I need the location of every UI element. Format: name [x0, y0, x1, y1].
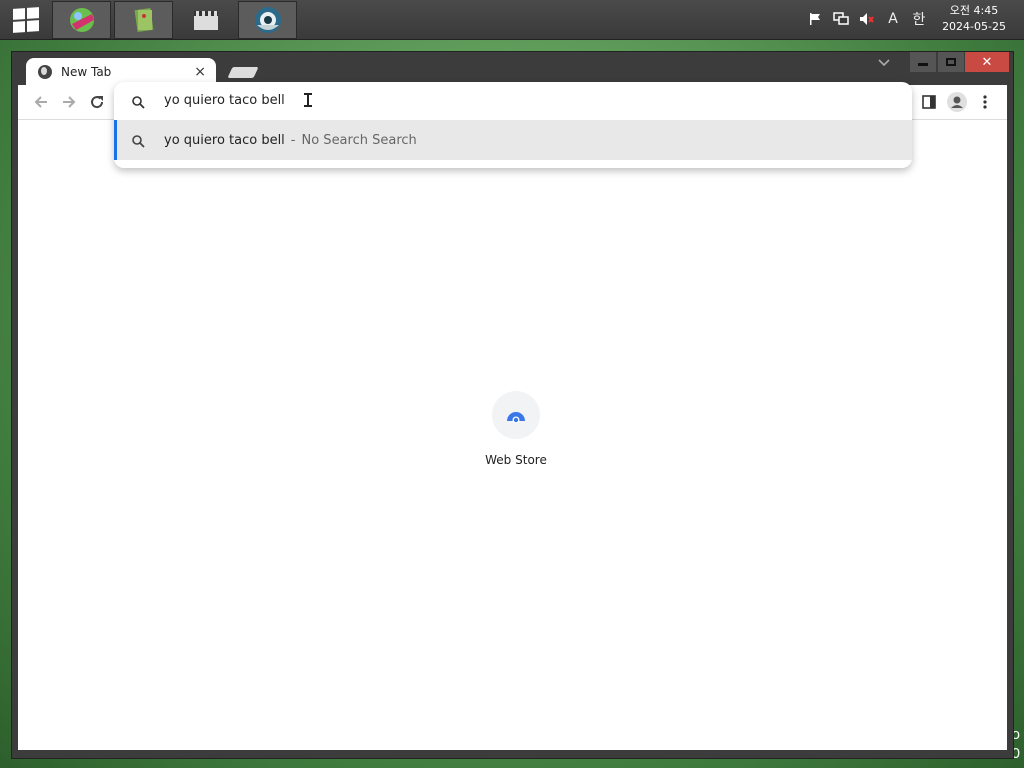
taskbar-app-1[interactable]: [52, 1, 111, 39]
search-icon: [132, 133, 145, 152]
arrow-right-icon: [63, 96, 76, 108]
side-panel-icon: [922, 95, 936, 109]
menu-button[interactable]: [974, 91, 996, 113]
browser-window: New Tab × ✕ Web Store yo quiero taco bel…: [11, 51, 1014, 759]
start-button[interactable]: [6, 5, 46, 35]
taskbar-app-3[interactable]: [176, 1, 235, 39]
tab-close-icon[interactable]: ×: [194, 64, 206, 80]
cards-app-icon: [134, 7, 153, 33]
flag-icon[interactable]: [806, 10, 824, 28]
globe-app-icon: [69, 8, 94, 32]
taskbar-app-browser[interactable]: [238, 1, 297, 39]
close-window-button[interactable]: ✕: [965, 52, 1009, 72]
web-store-icon: [492, 391, 540, 439]
kebab-menu-icon: [983, 95, 987, 109]
suggestion-text: yo quiero taco bell: [164, 132, 285, 148]
reload-button[interactable]: [86, 91, 108, 113]
windows-logo-icon: [13, 7, 39, 33]
tab-new-tab[interactable]: New Tab ×: [26, 58, 216, 85]
suggestion-separator: -: [290, 132, 296, 148]
system-tray: A 한: [806, 10, 928, 28]
system-clock[interactable]: 오전 4:45 2024-05-25: [942, 3, 1006, 35]
shortcut-label: Web Store: [485, 453, 547, 467]
arrow-left-icon: [34, 96, 47, 108]
shortcut-web-store[interactable]: Web Store: [481, 391, 551, 467]
maximize-icon: [946, 58, 956, 66]
maximize-button[interactable]: [938, 52, 964, 72]
taskbar-app-2[interactable]: [114, 1, 173, 39]
new-tab-page: Web Store: [18, 119, 1007, 750]
address-bar[interactable]: yo quiero taco bell: [114, 82, 912, 119]
forward-button[interactable]: [58, 91, 80, 113]
taskbar: A 한 오전 4:45 2024-05-25: [0, 0, 1024, 40]
network-icon[interactable]: [832, 10, 850, 28]
clock-date: 2024-05-25: [942, 20, 1006, 33]
tab-title: New Tab: [61, 64, 112, 79]
omnibox-dropdown: yo quiero taco bell yo quiero taco bell …: [114, 82, 912, 168]
profile-button[interactable]: [946, 91, 968, 113]
minimize-icon: [918, 62, 928, 66]
tab-strip: New Tab × ✕: [12, 52, 1013, 85]
side-panel-button[interactable]: [918, 91, 940, 113]
clapperboard-icon: [193, 11, 218, 30]
browser-app-icon: [254, 7, 281, 33]
address-bar-text[interactable]: yo quiero taco bell: [164, 93, 285, 108]
hangul-mode-indicator[interactable]: 한: [910, 10, 928, 28]
minimize-button[interactable]: [910, 52, 936, 72]
omnibox-suggestion[interactable]: yo quiero taco bell - No Search Search: [114, 120, 912, 160]
new-tab-button[interactable]: [227, 67, 259, 78]
clock-time: 오전 4:45: [949, 4, 999, 17]
tab-search-chevron-icon[interactable]: [878, 57, 890, 70]
avatar-icon: [947, 92, 967, 112]
globe-icon: [38, 64, 52, 79]
ime-mode-indicator[interactable]: A: [884, 10, 902, 28]
speaker-muted-icon[interactable]: [858, 10, 876, 28]
text-cursor-icon: [304, 93, 312, 107]
back-button[interactable]: [30, 91, 52, 113]
reload-icon: [91, 96, 104, 109]
suggestion-engine: No Search Search: [301, 132, 417, 148]
search-icon: [132, 94, 145, 113]
